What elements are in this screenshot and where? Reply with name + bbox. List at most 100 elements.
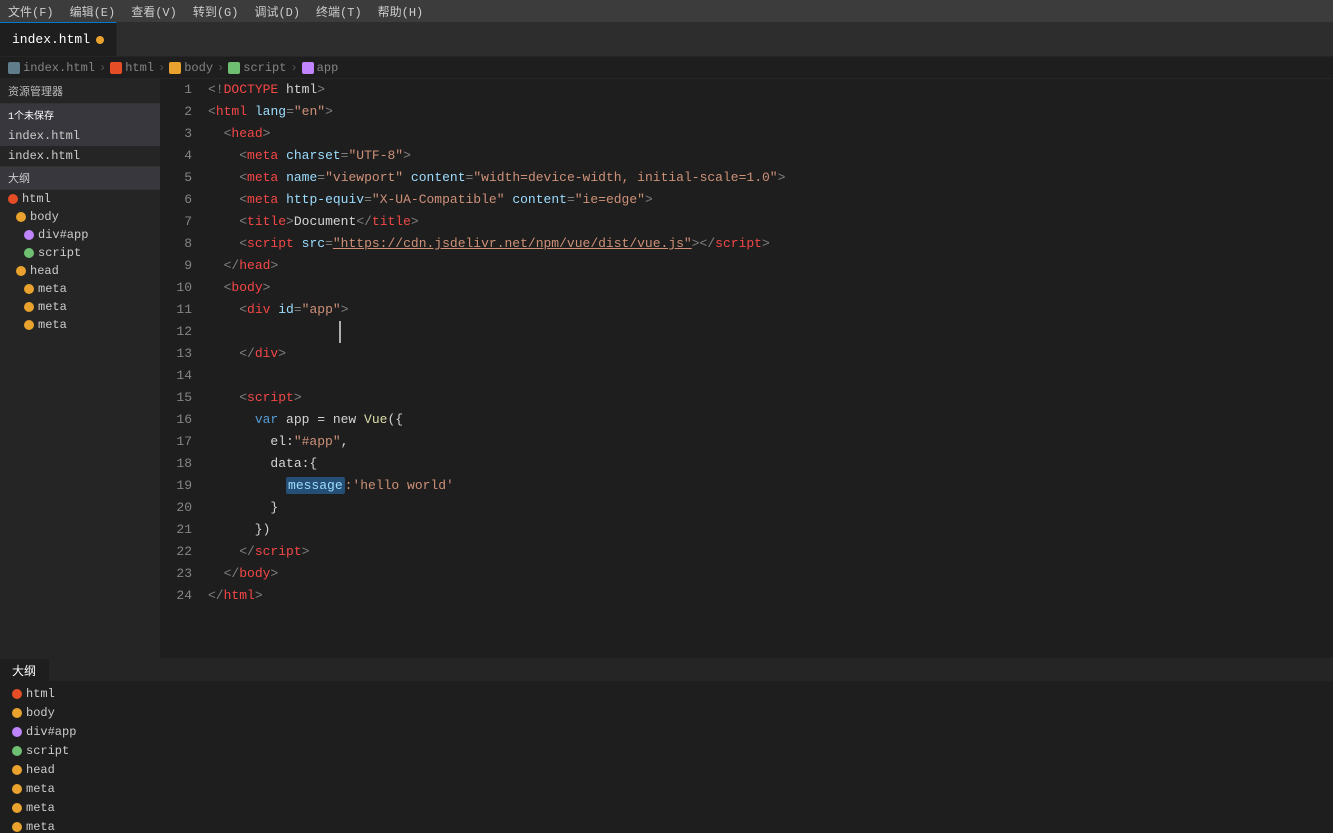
sidebar-file-index[interactable]: index.html [0,126,160,146]
meta-dot-2 [24,302,34,312]
ln-10: 10 [168,277,192,299]
bottom-outline-script[interactable]: script [8,742,1325,760]
file-icon [8,62,20,74]
code-line-21: }) [208,519,1333,541]
code-container: 1 2 3 4 5 6 7 8 9 10 11 12 13 14 15 16 1… [160,79,1333,658]
code-line-1: <!DOCTYPE html> [208,79,1333,101]
breadcrumb-script-label: script [243,61,286,75]
breadcrumb-body-label: body [184,61,213,75]
sidebar: 资源管理器 1个未保存 index.html index.html 大纲 htm… [0,79,160,658]
code-line-10: <body> [208,277,1333,299]
ln-12: 12 [168,321,192,343]
breadcrumb-script[interactable]: script [228,61,286,75]
menu-edit[interactable]: 编辑(E) [70,3,116,20]
body-icon [169,62,181,74]
breadcrumb-filename: index.html [23,61,95,75]
menu-goto[interactable]: 转到(G) [193,3,239,20]
code-line-2: <html lang="en"> [208,101,1333,123]
ln-24: 24 [168,585,192,607]
menu-bar: 文件(F) 编辑(E) 查看(V) 转到(G) 调试(D) 终端(T) 帮助(H… [0,0,1333,22]
code-line-4: <meta charset="UTF-8"> [208,145,1333,167]
code-line-23: </body> [208,563,1333,585]
tab-bar: index.html [0,22,1333,57]
code-line-14 [208,365,1333,387]
outline-meta-1[interactable]: meta [0,280,160,298]
code-line-17: el:"#app", [208,431,1333,453]
bottom-outline-meta-1[interactable]: meta [8,780,1325,798]
breadcrumb-file[interactable]: index.html [8,61,95,75]
meta-dot-3 [24,320,34,330]
code-line-15: <script> [208,387,1333,409]
ln-6: 6 [168,189,192,211]
bottom-outline-div[interactable]: div#app [8,723,1325,741]
outline-script[interactable]: script [0,244,160,262]
code-line-16: var app = new Vue({ [208,409,1333,431]
code-line-18: data:{ [208,453,1333,475]
bottom-panel: 大纲 html body div#app script head [0,658,1333,833]
ln-20: 20 [168,497,192,519]
outline-list: html body div#app script head meta [8,685,1325,833]
outline-body[interactable]: body [0,208,160,226]
code-line-6: <meta http-equiv="X-UA-Compatible" conte… [208,189,1333,211]
menu-debug[interactable]: 调试(D) [254,3,300,20]
breadcrumb-body[interactable]: body [169,61,213,75]
ln-23: 23 [168,563,192,585]
breadcrumb-html[interactable]: html [110,61,154,75]
outline-meta-3[interactable]: meta [0,316,160,334]
html-dot [8,194,18,204]
ln-2: 2 [168,101,192,123]
editor-area[interactable]: 1 2 3 4 5 6 7 8 9 10 11 12 13 14 15 16 1… [160,79,1333,658]
bottom-tabs: 大纲 [0,659,1333,681]
main-area: 资源管理器 1个未保存 index.html index.html 大纲 htm… [0,79,1333,658]
ln-15: 15 [168,387,192,409]
ln-17: 17 [168,431,192,453]
ln-18: 18 [168,453,192,475]
div-dot-b [12,727,22,737]
bottom-outline-html[interactable]: html [8,685,1325,703]
ln-5: 5 [168,167,192,189]
code-line-24: </html> [208,585,1333,607]
code-line-12 [208,321,1333,343]
ln-16: 16 [168,409,192,431]
outline-head[interactable]: head [0,262,160,280]
menu-terminal[interactable]: 终端(T) [316,3,362,20]
sidebar-header: 资源管理器 [0,79,160,104]
bottom-tab-outline[interactable]: 大纲 [0,659,49,681]
meta-dot-b3 [12,822,22,832]
ln-9: 9 [168,255,192,277]
code-line-11: <div id="app"> [208,299,1333,321]
breadcrumb-sep-1: › [99,61,106,75]
tab-modified-indicator [96,36,104,44]
script-dot-b [12,746,22,756]
bottom-outline-head[interactable]: head [8,761,1325,779]
menu-view[interactable]: 查看(V) [131,3,177,20]
bottom-outline-body[interactable]: body [8,704,1325,722]
ln-11: 11 [168,299,192,321]
sidebar-file-index2[interactable]: index.html [0,146,160,166]
code-line-7: <title>Document</title> [208,211,1333,233]
outline-html[interactable]: html [0,190,160,208]
menu-help[interactable]: 帮助(H) [378,3,424,20]
bottom-outline-meta-3[interactable]: meta [8,818,1325,833]
tab-index-html[interactable]: index.html [0,22,117,56]
script-icon [228,62,240,74]
outline-div-app[interactable]: div#app [0,226,160,244]
code-line-5: <meta name="viewport" content="width=dev… [208,167,1333,189]
outline-meta-2[interactable]: meta [0,298,160,316]
ln-7: 7 [168,211,192,233]
breadcrumb-app-label: app [317,61,339,75]
menu-file[interactable]: 文件(F) [8,3,54,20]
ln-3: 3 [168,123,192,145]
code-line-20: } [208,497,1333,519]
code-line-19: message:'hello world' [208,475,1333,497]
div-dot [24,230,34,240]
sidebar-section: 1个未保存 [0,104,160,126]
body-dot-b [12,708,22,718]
breadcrumb-app[interactable]: app [302,61,339,75]
code-line-9: </head> [208,255,1333,277]
script-dot [24,248,34,258]
bottom-outline-meta-2[interactable]: meta [8,799,1325,817]
ln-4: 4 [168,145,192,167]
body-dot [16,212,26,222]
code-line-3: <head> [208,123,1333,145]
